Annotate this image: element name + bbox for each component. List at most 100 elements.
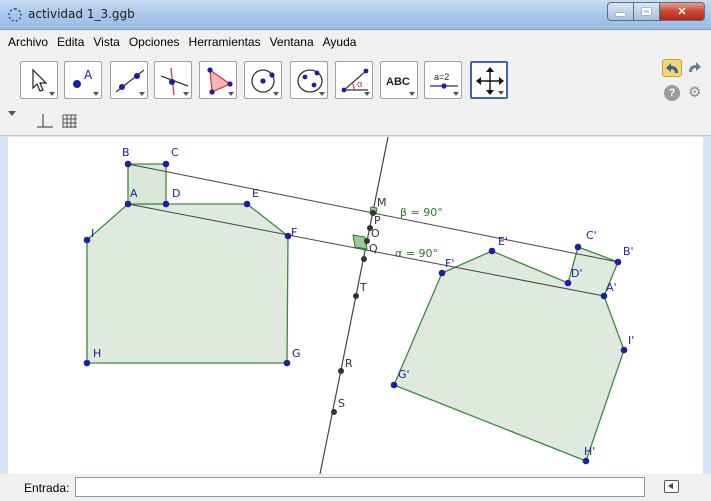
label-d: D bbox=[172, 187, 180, 200]
circle-tool-button[interactable] bbox=[244, 61, 282, 99]
close-button[interactable]: ✕ bbox=[660, 2, 705, 21]
menu-opciones[interactable]: Opciones bbox=[129, 35, 180, 49]
app-icon bbox=[8, 8, 22, 22]
label-e-prime: E' bbox=[498, 235, 508, 248]
label-a: A bbox=[130, 187, 138, 200]
input-help-button[interactable] bbox=[664, 480, 679, 493]
label-q: Q bbox=[369, 242, 378, 255]
maximize-button[interactable] bbox=[634, 2, 660, 21]
graphics-view[interactable]: B C A D E I F H G M P O Q T R S E' F' C'… bbox=[8, 137, 703, 474]
label-m: M bbox=[377, 196, 387, 209]
undo-icon bbox=[666, 63, 678, 73]
move-tool-button[interactable] bbox=[20, 61, 58, 99]
svg-text:α: α bbox=[357, 79, 362, 89]
menu-archivo[interactable]: Archivo bbox=[8, 35, 48, 49]
menu-vista[interactable]: Vista bbox=[93, 35, 119, 49]
label-p: P bbox=[374, 214, 381, 227]
angle-labels: β = 90° α = 90° bbox=[395, 206, 443, 260]
slider-tool-button[interactable]: a=2 bbox=[424, 61, 462, 99]
title-bar: actividad 1_3.ggb ✕ bbox=[0, 0, 711, 30]
label-h: H bbox=[93, 347, 101, 360]
label-d-prime: D' bbox=[571, 267, 583, 280]
label-h-prime: H' bbox=[584, 445, 595, 458]
label-e: E bbox=[252, 187, 259, 200]
label-b: B bbox=[122, 146, 130, 159]
point-i-prime[interactable] bbox=[620, 346, 628, 354]
menu-ventana[interactable]: Ventana bbox=[270, 35, 314, 49]
toolbar: A α ABC a=2 ? ⚙ bbox=[0, 53, 711, 107]
line-point-labels: M P O Q T R S bbox=[338, 196, 387, 410]
label-s: S bbox=[338, 397, 345, 410]
help-button[interactable]: ? bbox=[664, 85, 680, 101]
point-h-prime[interactable] bbox=[582, 457, 590, 465]
minimize-button[interactable] bbox=[607, 2, 634, 21]
point-b[interactable] bbox=[124, 160, 132, 168]
point-f-prime[interactable] bbox=[438, 269, 446, 277]
input-label: Entrada: bbox=[24, 481, 70, 495]
menu-herramientas[interactable]: Herramientas bbox=[189, 35, 261, 49]
point-i[interactable] bbox=[83, 236, 91, 244]
point-t[interactable] bbox=[353, 293, 359, 299]
point-c[interactable] bbox=[162, 160, 170, 168]
point-e[interactable] bbox=[243, 200, 251, 208]
angle-label-alpha: α = 90° bbox=[395, 247, 438, 260]
angle-label-beta: β = 90° bbox=[400, 206, 443, 219]
label-c: C bbox=[171, 146, 179, 159]
point-d-prime[interactable] bbox=[564, 279, 572, 287]
point-g-prime[interactable] bbox=[390, 381, 398, 389]
label-a-prime: A' bbox=[606, 281, 617, 294]
window-title: actividad 1_3.ggb bbox=[28, 7, 135, 21]
new-point-tool-button[interactable]: A bbox=[64, 61, 102, 99]
text-tool-button[interactable]: ABC bbox=[380, 61, 418, 99]
label-f: F bbox=[291, 226, 297, 239]
axes-toggle-icon[interactable] bbox=[36, 113, 54, 129]
maximize-icon bbox=[642, 8, 651, 15]
label-i-prime: I' bbox=[628, 334, 634, 347]
label-i: I bbox=[91, 227, 94, 240]
point-h[interactable] bbox=[83, 359, 91, 367]
svg-text:A: A bbox=[84, 68, 93, 82]
label-g: G bbox=[292, 347, 301, 360]
point-c-prime[interactable] bbox=[574, 243, 582, 251]
point-q[interactable] bbox=[361, 256, 367, 262]
label-t: T bbox=[359, 281, 367, 294]
help-icon: ? bbox=[668, 87, 676, 99]
perpendicular-line-tool-button[interactable] bbox=[154, 61, 192, 99]
line-tool-button[interactable] bbox=[110, 61, 148, 99]
reflection-line[interactable] bbox=[319, 137, 389, 474]
style-bar bbox=[0, 107, 711, 136]
menu-edita[interactable]: Edita bbox=[57, 35, 84, 49]
point-s[interactable] bbox=[331, 409, 337, 415]
gear-icon: ⚙ bbox=[688, 84, 702, 101]
original-polygon[interactable] bbox=[86, 203, 289, 364]
close-icon: ✕ bbox=[677, 6, 687, 18]
point-b-prime[interactable] bbox=[614, 258, 622, 266]
grid-toggle-icon[interactable] bbox=[62, 113, 78, 129]
label-c-prime: C' bbox=[586, 229, 597, 242]
style-bar-toggle-icon[interactable] bbox=[8, 111, 16, 116]
window-controls: ✕ bbox=[607, 2, 705, 22]
move-view-tool-button[interactable] bbox=[470, 61, 508, 99]
menu-ayuda[interactable]: Ayuda bbox=[323, 35, 357, 49]
point-g[interactable] bbox=[283, 359, 291, 367]
image-polygon[interactable] bbox=[393, 246, 625, 462]
label-g-prime: G' bbox=[398, 368, 410, 381]
label-r: R bbox=[345, 357, 353, 370]
point-e-prime[interactable] bbox=[488, 247, 496, 255]
input-bar: Entrada: bbox=[0, 474, 711, 501]
settings-button[interactable]: ⚙ bbox=[688, 85, 704, 101]
input-field[interactable] bbox=[75, 477, 645, 497]
point-d[interactable] bbox=[162, 200, 170, 208]
point-r[interactable] bbox=[338, 368, 344, 374]
polygon-tool-button[interactable] bbox=[199, 61, 237, 99]
label-f-prime: F' bbox=[445, 257, 454, 270]
conic-tool-button[interactable] bbox=[290, 61, 328, 99]
angle-tool-button[interactable]: α bbox=[335, 61, 373, 99]
redo-icon bbox=[689, 62, 701, 72]
menu-bar: Archivo Edita Vista Opciones Herramienta… bbox=[0, 30, 711, 53]
point-a[interactable] bbox=[124, 200, 132, 208]
undo-button[interactable] bbox=[662, 59, 682, 77]
redo-button[interactable] bbox=[684, 59, 704, 77]
label-o: O bbox=[371, 227, 380, 240]
minimize-icon bbox=[616, 13, 625, 16]
